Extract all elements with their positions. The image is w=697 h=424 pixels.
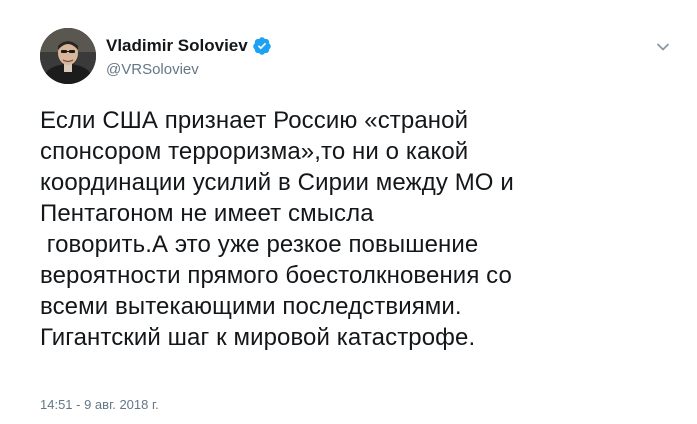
tweet-text-line: Гигантский шаг к мировой катастрофе.: [40, 324, 476, 351]
tweet-header: Vladimir Soloviev @VRSoloviev: [40, 28, 680, 88]
tweet-timestamp[interactable]: 14:51 - 9 авг. 2018 г.: [40, 397, 159, 413]
avatar-photo: [40, 28, 96, 84]
author-handle[interactable]: @VRSoloviev: [106, 61, 272, 79]
tweet-text-line: координации усилий в Сирии между МО и: [40, 169, 514, 196]
tweet-text-line: вероятности прямого боестолкновения со: [40, 262, 512, 289]
tweet-text: Если США признает Россию «страной спонсо…: [40, 105, 680, 353]
tweet-text-line: спонсором терроризма»,то ни о какой: [40, 138, 469, 165]
tweet-text-line: всеми вытекающими последствиями.: [40, 293, 462, 320]
avatar[interactable]: [40, 28, 96, 84]
tweet-text-line: Пентагоном не имеет смысла: [40, 200, 374, 227]
tweet-card: Vladimir Soloviev @VRSoloviev Если США п…: [0, 0, 697, 424]
verified-badge-icon: [252, 36, 272, 56]
tweet-text-line: говорить.А это уже резкое повышение: [40, 231, 479, 258]
author-names: Vladimir Soloviev @VRSoloviev: [106, 35, 272, 79]
display-name[interactable]: Vladimir Soloviev: [106, 35, 248, 57]
chevron-down-icon[interactable]: [654, 38, 672, 56]
tweet-text-line: Если США признает Россию «страной: [40, 107, 469, 134]
display-name-row: Vladimir Soloviev: [106, 35, 272, 57]
